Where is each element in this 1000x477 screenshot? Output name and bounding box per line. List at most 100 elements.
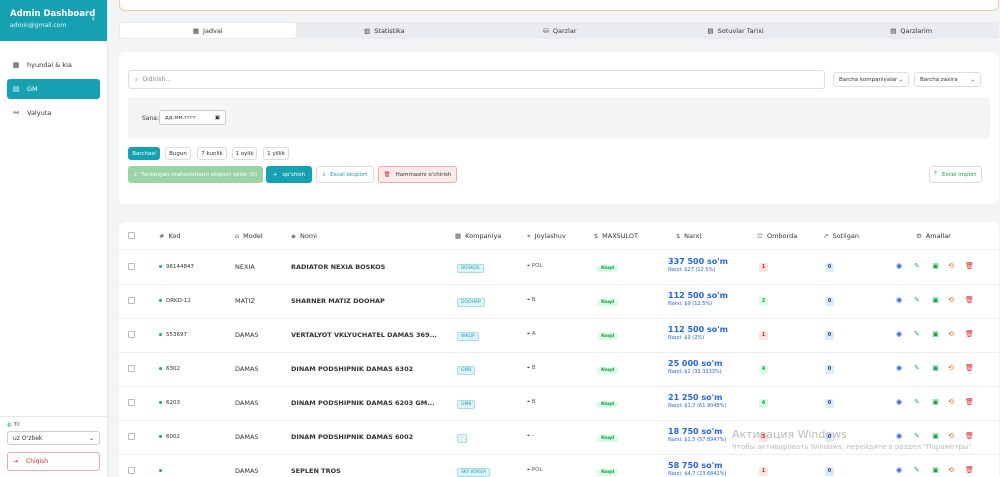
- tab-statistika[interactable]: ▥ Statistika: [297, 22, 473, 39]
- sidebar-item-hyundai-kia[interactable]: ▦ hyundai & kia: [7, 55, 100, 75]
- period-today-button[interactable]: Bugun: [165, 147, 191, 160]
- column-header-kod[interactable]: # Kod: [159, 232, 181, 240]
- period-1year-button[interactable]: 1 yillik: [263, 147, 289, 160]
- company-badge: GMB: [457, 400, 476, 409]
- download-icon: ⤓: [322, 171, 326, 177]
- tab-sotuvlar-tarixi[interactable]: ▤ Sotuvlar Tarixi: [648, 22, 824, 39]
- row-narxi: 21 250 so'm Narxi: $1,7 (61.9048%): [668, 393, 726, 409]
- trash-icon[interactable]: 🗑: [965, 296, 974, 304]
- trash-icon[interactable]: 🗑: [965, 466, 974, 474]
- eye-icon[interactable]: ◉: [896, 296, 902, 304]
- row-checkbox[interactable]: [128, 433, 135, 440]
- table-row[interactable]: DRKD-12 MATIZ SHARNER MATIZ DOOHAP DOOHAP ⌖ …: [119, 285, 999, 319]
- row-checkbox[interactable]: [128, 467, 135, 474]
- logout-button[interactable]: ⇥ Chiqish: [7, 452, 100, 471]
- row-nomi: SHARNER MATIZ DOOHAP: [291, 297, 385, 305]
- tab-qarzlarim[interactable]: ▤ Qarzlarim: [823, 22, 999, 39]
- search-icon: ⌕: [135, 75, 139, 83]
- column-header-narxi[interactable]: $ Narxi: [676, 232, 701, 240]
- stock-icon[interactable]: ▣: [931, 262, 940, 271]
- row-checkbox[interactable]: [128, 399, 135, 406]
- search-input[interactable]: ⌕ Qidirish...: [128, 70, 825, 89]
- table-row[interactable]: 553697 DAMAS VERTALYOT VKLYUCHATEL DAMAS 3…: [119, 319, 999, 353]
- plus-icon: +: [272, 171, 278, 178]
- grid-icon: ▦: [12, 61, 20, 69]
- price-sub: Narxi: $4,7 (23.6842%): [668, 471, 727, 477]
- row-checkbox[interactable]: [128, 365, 135, 372]
- edit-icon[interactable]: ✎: [914, 330, 920, 338]
- edit-icon[interactable]: ✎: [914, 364, 920, 372]
- column-header-maxsulot[interactable]: $ MAXSULOT: [594, 232, 638, 240]
- excel-import-button[interactable]: ⤒ Excel import: [929, 166, 982, 183]
- column-header-nomi[interactable]: ◈ Nomi: [291, 232, 317, 240]
- history-icon[interactable]: ⟲: [948, 262, 954, 270]
- price-sub: Narxi: $1,7 (61.9048%): [668, 403, 727, 409]
- sold-badge: 0: [825, 365, 834, 374]
- sidebar-footer: ◍ Til uz O'zbek ⌄ ⇥ Chiqish: [0, 416, 107, 477]
- table-row[interactable]: 6302 DAMAS DINAM PODSHIPNIK DAMAS 6302 GMB ⌖…: [119, 353, 999, 387]
- stock-badge: 4: [759, 365, 768, 374]
- edit-icon[interactable]: ✎: [914, 296, 920, 304]
- row-checkbox[interactable]: [128, 297, 135, 304]
- history-icon[interactable]: ⟲: [948, 398, 954, 406]
- edit-icon[interactable]: ✎: [914, 262, 920, 270]
- tab-qarzlar[interactable]: ⛁ Qarzlar: [472, 22, 648, 39]
- period-all-button[interactable]: Barchasi: [128, 147, 160, 160]
- period-7days-button[interactable]: 7 kunlik: [197, 147, 227, 160]
- eye-icon[interactable]: ◉: [896, 364, 902, 372]
- eye-icon[interactable]: ◉: [896, 398, 902, 406]
- tab-jadval[interactable]: ▦ Jadval: [120, 23, 296, 38]
- trash-icon[interactable]: 🗑: [965, 262, 974, 270]
- select-all-checkbox[interactable]: [128, 232, 135, 239]
- history-icon[interactable]: ⟲: [948, 466, 954, 474]
- eye-icon[interactable]: ◉: [896, 330, 902, 338]
- column-header-kompaniya[interactable]: ▦ Kompaniya: [455, 232, 501, 240]
- box-icon: ◈: [291, 232, 296, 240]
- history-icon[interactable]: ⟲: [948, 296, 954, 304]
- excel-export-button[interactable]: ⤓ Excel eksport: [316, 166, 374, 183]
- delete-all-button[interactable]: 🗑 Hammasini o'chirish: [378, 166, 457, 183]
- trash-icon[interactable]: 🗑: [965, 398, 974, 406]
- history-icon[interactable]: ⟲: [948, 330, 954, 338]
- export-selected-button[interactable]: ⤓ Tanlangan mahsulotlarni eksport qilish…: [128, 166, 263, 183]
- language-select[interactable]: uz O'zbek ⌄: [7, 431, 100, 445]
- eye-icon[interactable]: ◉: [896, 466, 902, 474]
- stock-icon[interactable]: ▣: [931, 330, 940, 339]
- edit-icon[interactable]: ✎: [914, 398, 920, 406]
- column-header-model[interactable]: ⌂ Model: [235, 232, 263, 240]
- stock-icon[interactable]: ▣: [931, 296, 940, 305]
- trash-icon[interactable]: 🗑: [965, 330, 974, 338]
- date-input[interactable]: дд.мм.гггг ▣: [159, 110, 226, 125]
- column-header-joylashuv[interactable]: ⌖ Joylashuv: [527, 232, 566, 241]
- sold-badge: 0: [825, 263, 834, 272]
- row-checkbox[interactable]: [128, 263, 135, 270]
- chevron-left-icon[interactable]: ‹: [91, 14, 95, 24]
- sidebar-item-valyuta[interactable]: ⚯ Valyuta: [7, 103, 100, 123]
- history-icon[interactable]: ⟲: [948, 364, 954, 372]
- column-header-omborda[interactable]: ⛫ Omborda: [757, 232, 797, 241]
- sidebar-item-label: hyundai & kia: [27, 61, 72, 69]
- row-joylashuv: ⌖ B: [527, 365, 536, 371]
- row-checkbox[interactable]: [128, 331, 135, 338]
- eye-icon[interactable]: ◉: [896, 262, 902, 270]
- globe-icon: ◍: [7, 422, 12, 428]
- stock-icon[interactable]: ▣: [931, 364, 940, 373]
- stock-icon[interactable]: ▣: [931, 466, 940, 475]
- row-nomi: SEPLEN TROS: [291, 467, 341, 475]
- period-1month-button[interactable]: 1 oylik: [232, 147, 257, 160]
- row-nomi: DINAM PODSHIPNIK DAMAS 6002: [291, 433, 414, 441]
- table-row[interactable]: 6203 DAMAS DINAM PODSHIPNIK DAMAS 6203 GM.…: [119, 387, 999, 421]
- table-row[interactable]: DAMAS SEPLEN TROS SKY KOREA ⌖ POL Naqd 58 750…: [119, 455, 999, 477]
- edit-icon[interactable]: ✎: [914, 466, 920, 474]
- dot-icon: [159, 265, 162, 268]
- add-button[interactable]: + qo'shish: [266, 166, 312, 183]
- sidebar-item-gm[interactable]: ▤ GM: [7, 79, 100, 99]
- price-main: 25 000 so'm: [668, 359, 723, 368]
- stock-icon[interactable]: ▣: [931, 398, 940, 407]
- trash-icon[interactable]: 🗑: [965, 364, 974, 372]
- company-dropdown[interactable]: Barcha kompaniyalar ⌄: [833, 72, 909, 87]
- column-header-sotilgan[interactable]: ↗ Sotilgan: [823, 232, 859, 240]
- stock-dropdown[interactable]: Barcha zaxira ⌄: [914, 72, 981, 87]
- price-main: 112 500 so'm: [668, 325, 729, 334]
- table-row[interactable]: 96144847 NEXIA RADIATOR NEXIA BOSKOS BOSKOS…: [119, 251, 999, 285]
